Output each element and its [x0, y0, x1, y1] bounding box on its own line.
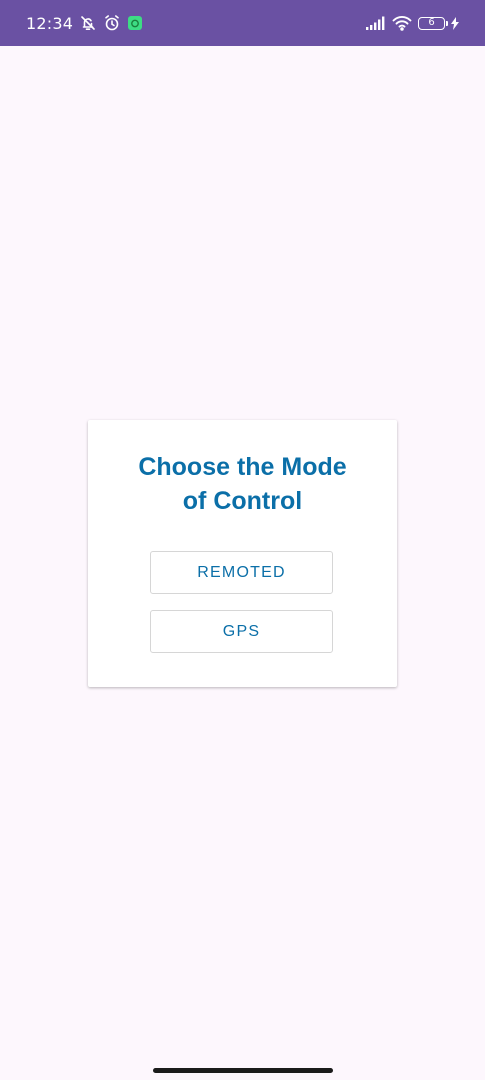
status-bar-right: 6 [366, 15, 459, 31]
status-time: 12:34 [26, 13, 74, 33]
app-notification-icon [127, 15, 143, 31]
alarm-icon [103, 14, 121, 32]
home-indicator[interactable] [153, 1068, 333, 1073]
remoted-button[interactable]: REMOTED [150, 551, 333, 594]
signal-icon [366, 16, 386, 30]
dialog-title: Choose the Mode of Control [138, 453, 347, 515]
battery-icon: 6 [418, 16, 448, 30]
status-bar-left: 12:34 [26, 14, 143, 33]
status-bar: 12:34 6 [0, 0, 485, 46]
mode-selection-card: Choose the Mode of Control REMOTED GPS [88, 420, 397, 687]
gps-button[interactable]: GPS [150, 610, 333, 653]
battery-level: 6 [428, 17, 435, 28]
wifi-icon [392, 15, 412, 31]
notifications-off-icon [79, 14, 97, 32]
charging-icon [451, 16, 459, 30]
